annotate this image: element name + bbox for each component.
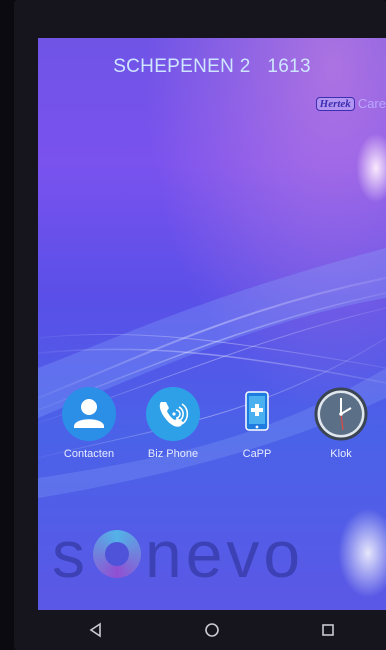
app-row: Contacten Biz Phone CaPP Klok — [38, 386, 386, 476]
navigation-bar — [38, 610, 386, 650]
app-label: Klok — [330, 448, 352, 460]
app-label: CaPP — [242, 448, 272, 460]
capp-device-icon[interactable] — [229, 386, 285, 442]
home-icon[interactable] — [182, 615, 242, 645]
contact-person-icon[interactable] — [61, 386, 117, 442]
sonevo-wordmark-rest: nevo — [145, 517, 305, 591]
brand-logo: Hertek Care — [315, 96, 386, 111]
recents-icon[interactable] — [298, 615, 358, 645]
phone-handset-icon[interactable] — [145, 386, 201, 442]
location-name: SCHEPENEN 2 — [113, 56, 251, 77]
clock-icon[interactable] — [313, 386, 369, 442]
room-number: 1613 — [267, 56, 311, 77]
app-klok[interactable]: Klok — [300, 386, 382, 460]
back-icon[interactable] — [66, 615, 126, 645]
app-capp[interactable]: CaPP — [216, 386, 298, 460]
home-screen: SCHEPENEN 2 1613 Hertek Care Contacten B… — [38, 38, 386, 610]
app-biz-phone[interactable]: Biz Phone — [132, 386, 214, 460]
brand-suffix: Care — [357, 96, 386, 111]
app-label: Contacten — [63, 448, 115, 460]
header-title: SCHEPENEN 2 1613 — [38, 56, 386, 78]
sonevo-wordmark: s — [52, 517, 89, 591]
sonevo-watermark: s nevo — [52, 516, 304, 592]
hertek-logo: Hertek — [315, 96, 355, 111]
app-contacten[interactable]: Contacten — [48, 386, 130, 460]
sonevo-o-logo — [93, 530, 141, 578]
app-label: Biz Phone — [147, 448, 199, 460]
